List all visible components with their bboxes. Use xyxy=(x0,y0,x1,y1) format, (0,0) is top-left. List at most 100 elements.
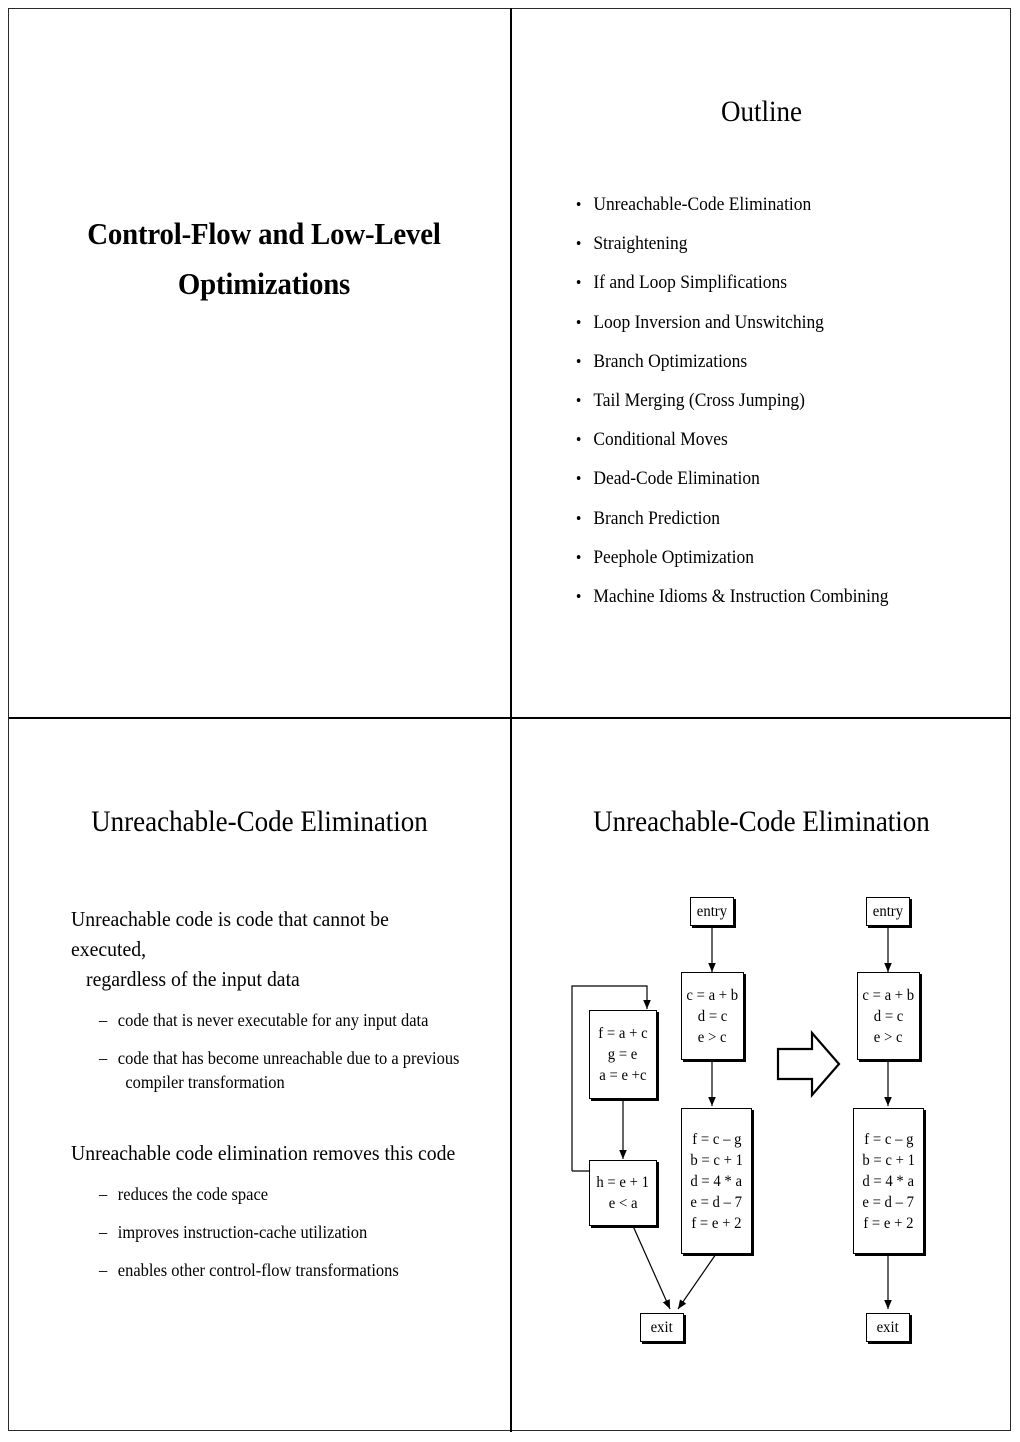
slide-unreachable-code-elimination-diagram: Unreachable-Code Elimination entry c = a… xyxy=(512,719,1011,1431)
bullet-icon: • xyxy=(575,547,582,567)
cfg-edges xyxy=(571,927,892,1310)
bullet-icon: • xyxy=(575,508,582,528)
paragraph-line-2: regardless of the input data xyxy=(86,967,300,991)
node-label: exit xyxy=(876,1319,900,1336)
list-item-label: reduces the code space xyxy=(117,1184,269,1204)
dash-icon: – xyxy=(99,1048,108,1068)
stmt-line: e = d – 7 xyxy=(862,1193,915,1211)
list-item-label: Conditional Moves xyxy=(593,429,728,451)
list-item: • Dead-Code Elimination xyxy=(574,459,960,498)
list-item-label: code that has become unreachable due to … xyxy=(117,1048,460,1068)
cfg-before-entry-node: entry xyxy=(690,897,734,926)
stmt-line: a = e +c xyxy=(599,1067,647,1084)
paragraph-block-1: Unreachable code is code that cannot be … xyxy=(71,904,461,994)
cfg-before-block-4: f = c – g b = c + 1 d = 4 * a e = d – 7 … xyxy=(681,1108,752,1254)
list-item: • Loop Inversion and Unswitching xyxy=(574,303,960,342)
list-item-label: Dead-Code Elimination xyxy=(593,468,760,490)
list-item: • If and Loop Simplifications xyxy=(574,263,960,302)
stmt-line: d = c xyxy=(697,1007,728,1025)
bullet-icon: • xyxy=(575,469,582,489)
list-item: • Tail Merging (Cross Jumping) xyxy=(574,381,960,420)
dash-icon: – xyxy=(99,1222,108,1242)
list-item: • Conditional Moves xyxy=(574,420,960,459)
stmt-line: c = a + b xyxy=(862,986,915,1004)
outline-heading: Outline xyxy=(721,95,802,128)
list-item-label: Tail Merging (Cross Jumping) xyxy=(593,390,805,412)
uce-text-body: Unreachable code is code that cannot be … xyxy=(71,904,486,1282)
list-item: – reduces the code space xyxy=(99,1182,463,1206)
cfg-after-exit-node: exit xyxy=(866,1313,910,1342)
stmt-line: g = e xyxy=(608,1046,638,1063)
bullet-icon: • xyxy=(575,312,582,332)
dash-icon: – xyxy=(99,1184,108,1204)
stmt-line: d = c xyxy=(873,1007,904,1025)
cfg-before-block-1: c = a + b d = c e > c xyxy=(681,972,744,1060)
stmt-line: f = c – g xyxy=(863,1130,914,1148)
bullet-icon: • xyxy=(575,273,582,293)
stmt-line: b = c + 1 xyxy=(862,1151,915,1169)
stmt-line: d = 4 * a xyxy=(862,1172,915,1190)
cfg-before-block-2-unreachable: f = a + c g = e a = e +c xyxy=(589,1010,657,1099)
list-item: • Branch Optimizations xyxy=(574,342,960,381)
list-item: • Machine Idioms & Instruction Combining xyxy=(574,577,960,616)
uce-text-heading: Unreachable-Code Elimination xyxy=(91,805,428,838)
stmt-line: e > c xyxy=(698,1028,727,1046)
list-item-label: If and Loop Simplifications xyxy=(593,272,788,294)
list-item: – code that has become unreachable due t… xyxy=(99,1046,463,1094)
list-item: • Peephole Optimization xyxy=(574,538,960,577)
cfg-after-block-4: f = c – g b = c + 1 d = 4 * a e = d – 7 … xyxy=(853,1108,924,1254)
list-item-label: Machine Idioms & Instruction Combining xyxy=(593,586,889,608)
list-item: • Straightening xyxy=(574,224,960,263)
list-item-label-cont: compiler transformation xyxy=(125,1072,285,1092)
bullet-icon: • xyxy=(575,587,582,607)
bullet-icon: • xyxy=(575,430,582,450)
deck-title: Control-Flow and Low-Level Optimizations xyxy=(78,209,450,309)
list-item-label: Branch Optimizations xyxy=(593,350,748,372)
slide-outline: Outline • Unreachable-Code Elimination • S… xyxy=(512,9,1011,717)
handout-page: Control-Flow and Low-Level Optimizations… xyxy=(0,0,1020,1442)
transform-arrow-icon xyxy=(776,1030,841,1098)
stmt-line: e > c xyxy=(874,1028,903,1046)
slide-title: Control-Flow and Low-Level Optimizations xyxy=(9,9,510,717)
bullet-icon: • xyxy=(575,195,582,214)
paragraph-line-1: Unreachable code is code that cannot be … xyxy=(71,907,389,961)
paragraph-block-2: Unreachable code elimination removes thi… xyxy=(71,1138,461,1168)
slide-unreachable-code-elimination-text: Unreachable-Code Elimination Unreachable… xyxy=(9,719,510,1431)
dash-icon: – xyxy=(99,1260,108,1280)
list-item-label: Peephole Optimization xyxy=(593,546,755,568)
list-item-label: Branch Prediction xyxy=(593,507,721,529)
list-item-label: Straightening xyxy=(593,233,688,255)
list-item: – enables other control-flow transformat… xyxy=(99,1258,463,1282)
list-item-label: enables other control-flow transformatio… xyxy=(117,1260,399,1280)
stmt-line: e < a xyxy=(608,1195,638,1212)
list-item: • Unreachable-Code Elimination xyxy=(574,185,960,224)
list-item: – improves instruction-cache utilization xyxy=(99,1220,463,1244)
cfg-before-exit-node: exit xyxy=(640,1313,684,1342)
stmt-line: c = a + b xyxy=(686,986,739,1004)
bullet-icon: • xyxy=(575,351,582,371)
list-item-label: Loop Inversion and Unswitching xyxy=(593,311,824,333)
vertical-spacer xyxy=(71,1094,486,1138)
list-item: • Branch Prediction xyxy=(574,499,960,538)
sub-bullet-list-1: – code that is never executable for any … xyxy=(71,1008,486,1094)
cfg-before-block-3-unreachable: h = e + 1 e < a xyxy=(589,1160,657,1226)
control-flow-graph-figure: entry c = a + b d = c e > c f = a + c g … xyxy=(512,719,1011,1431)
list-item-label: Unreachable-Code Elimination xyxy=(593,194,812,215)
stmt-line: f = a + c xyxy=(598,1025,648,1042)
deck-title-line-2: Optimizations xyxy=(177,266,351,302)
paragraph-line-1: Unreachable code elimination removes thi… xyxy=(71,1141,456,1165)
node-label: exit xyxy=(650,1319,674,1336)
stmt-line: f = e + 2 xyxy=(863,1214,914,1232)
deck-title-line-1: Control-Flow and Low-Level xyxy=(87,216,441,251)
stmt-line: e = d – 7 xyxy=(690,1193,743,1211)
cfg-after-entry-node: entry xyxy=(866,897,910,926)
node-label: entry xyxy=(872,903,904,920)
stmt-line: f = c – g xyxy=(691,1130,742,1148)
stmt-line: h = e + 1 xyxy=(596,1174,650,1191)
bullet-icon: • xyxy=(575,234,582,254)
cfg-after-block-1: c = a + b d = c e > c xyxy=(857,972,920,1060)
node-label: entry xyxy=(696,903,728,920)
stmt-line: f = e + 2 xyxy=(691,1214,742,1232)
list-item-label: code that is never executable for any in… xyxy=(117,1010,429,1030)
list-item-label: improves instruction-cache utilization xyxy=(117,1222,368,1242)
